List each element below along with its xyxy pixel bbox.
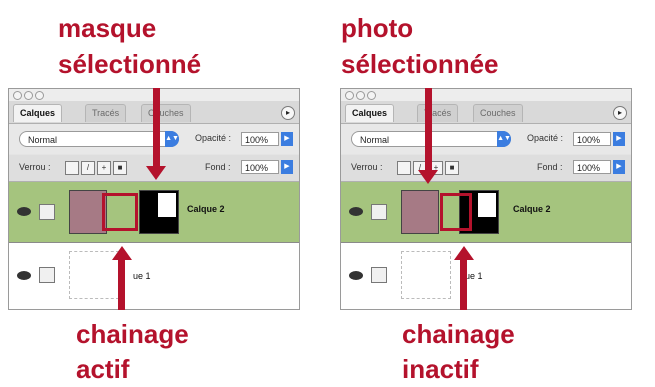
blend-mode-value: Normal: [360, 135, 390, 145]
caption-actif: actif: [76, 354, 130, 384]
opacity-arrow-icon[interactable]: ▶: [281, 132, 293, 146]
lock-move-icon[interactable]: +: [97, 161, 111, 175]
blend-row: Normal ▲▼ Opacité : 100% ▶: [341, 124, 631, 154]
arrow-to-link-inactive: [460, 258, 467, 310]
opacity-arrow-icon[interactable]: ▶: [613, 132, 625, 146]
link-highlight-box: [102, 193, 138, 231]
fill-arrow-icon[interactable]: ▶: [613, 160, 625, 174]
lock-all-icon[interactable]: ■: [445, 161, 459, 175]
blend-mode-value: Normal: [28, 135, 58, 145]
zoom-icon[interactable]: [367, 91, 376, 100]
caption-chainage-left: chainage: [76, 319, 189, 349]
arrow-to-mask: [153, 88, 160, 168]
lock-all-icon[interactable]: ■: [113, 161, 127, 175]
lock-label: Verrou :: [19, 162, 51, 172]
eye-icon[interactable]: [17, 271, 31, 280]
close-icon[interactable]: [345, 91, 354, 100]
arrow-down-icon: [418, 170, 438, 184]
layer-row-calque-1[interactable]: ue 1: [341, 243, 631, 309]
caption-selectionne: sélectionné: [58, 49, 202, 79]
photo-highlight-box: [440, 193, 472, 231]
opacity-field[interactable]: 100%: [241, 132, 279, 146]
opacity-field[interactable]: 100%: [573, 132, 611, 146]
panel-tabs: Calques Tracés Couches ▸: [341, 101, 631, 124]
tab-traces[interactable]: Tracés: [85, 104, 127, 122]
opacity-label: Opacité :: [527, 133, 564, 143]
arrow-to-link: [118, 258, 125, 310]
tab-couches[interactable]: Couches: [473, 104, 523, 122]
fill-arrow-icon[interactable]: ▶: [281, 160, 293, 174]
minimize-icon[interactable]: [24, 91, 33, 100]
caption-photo: photo: [341, 13, 414, 43]
close-icon[interactable]: [13, 91, 22, 100]
zoom-icon[interactable]: [35, 91, 44, 100]
layer-name: Calque 2: [187, 204, 225, 214]
panel-menu-icon[interactable]: ▸: [613, 106, 627, 120]
lock-brush-icon[interactable]: /: [81, 161, 95, 175]
tab-calques[interactable]: Calques: [345, 104, 395, 122]
layer-row-calque-1[interactable]: ue 1: [9, 243, 299, 309]
lock-transparency-icon[interactable]: [397, 161, 411, 175]
eye-icon[interactable]: [349, 271, 363, 280]
minimize-icon[interactable]: [356, 91, 365, 100]
layer-row-calque-2[interactable]: Calque 2: [9, 182, 299, 243]
layer-photo-thumbnail[interactable]: [401, 190, 439, 234]
layers-panel-right: Calques Tracés Couches ▸ Normal ▲▼ Opaci…: [340, 88, 632, 310]
caption-chainage-right: chainage: [402, 319, 515, 349]
layer-name: Calque 2: [513, 204, 551, 214]
panel-menu-icon[interactable]: ▸: [281, 106, 295, 120]
eye-icon[interactable]: [349, 207, 363, 216]
brush-edit-icon[interactable]: [371, 204, 387, 220]
lock-label: Verrou :: [351, 162, 383, 172]
fill-label: Fond :: [537, 162, 563, 172]
panel-titlebar: [341, 89, 631, 101]
mask-edit-icon[interactable]: [39, 204, 55, 220]
layer-name: ue 1: [133, 271, 151, 281]
layer-link-slot[interactable]: [39, 267, 55, 283]
lock-row: Verrou : / + ■ Fond : 100% ▶: [341, 155, 631, 182]
tab-couches[interactable]: Couches: [141, 104, 191, 122]
tab-calques[interactable]: Calques: [13, 104, 63, 122]
tab-traces[interactable]: Tracés: [417, 104, 459, 122]
chevron-updown-icon: ▲▼: [165, 131, 179, 147]
layer-mask-thumbnail[interactable]: [139, 190, 179, 234]
layer-row-calque-2[interactable]: Calque 2: [341, 182, 631, 243]
layer-name: ue 1: [465, 271, 483, 281]
opacity-label: Opacité :: [195, 133, 232, 143]
fill-field[interactable]: 100%: [241, 160, 279, 174]
layer-thumbnail[interactable]: [401, 251, 451, 299]
chevron-updown-icon: ▲▼: [497, 131, 511, 147]
arrow-to-photo: [425, 88, 432, 172]
fill-label: Fond :: [205, 162, 231, 172]
caption-selectionnee: sélectionnée: [341, 49, 499, 79]
layer-link-slot[interactable]: [371, 267, 387, 283]
arrow-down-icon: [146, 166, 166, 180]
caption-inactif: inactif: [402, 354, 479, 384]
eye-icon[interactable]: [17, 207, 31, 216]
lock-transparency-icon[interactable]: [65, 161, 79, 175]
fill-field[interactable]: 100%: [573, 160, 611, 174]
caption-masque: masque: [58, 13, 157, 43]
